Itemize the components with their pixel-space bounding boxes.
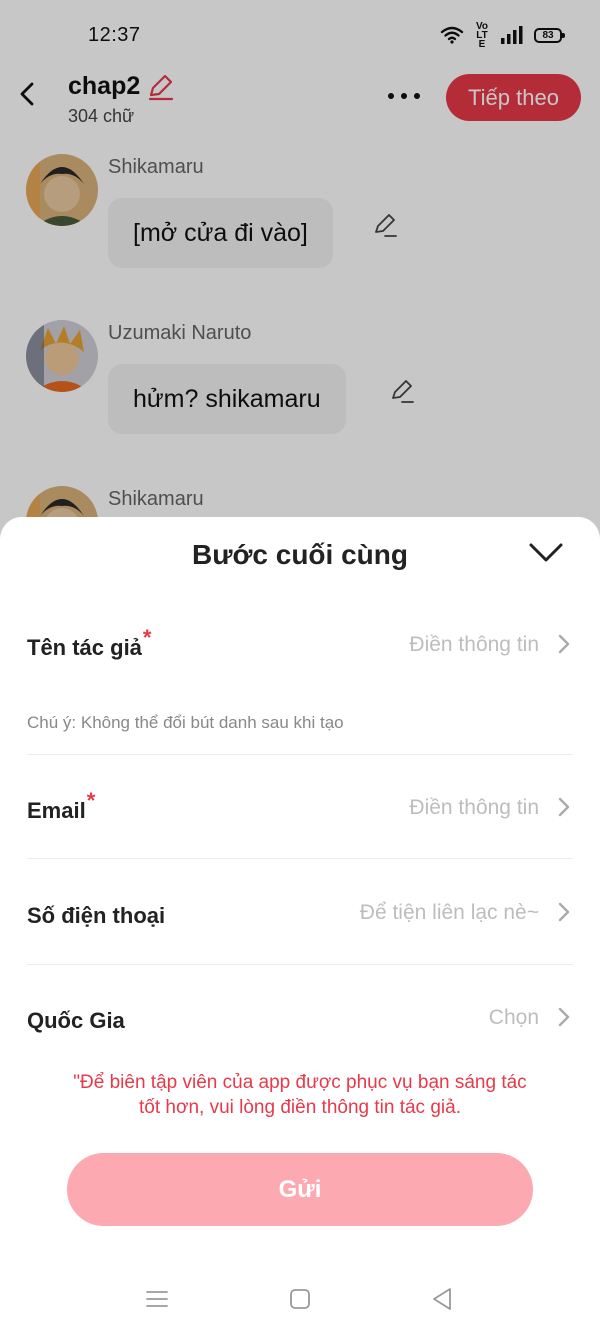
submit-button[interactable]: Gửi <box>67 1153 533 1226</box>
divider <box>27 964 573 965</box>
menu-icon[interactable] <box>143 1285 171 1313</box>
back-triangle-icon[interactable] <box>428 1285 456 1313</box>
chevron-down-icon[interactable] <box>528 541 564 565</box>
author-name-note: Chú ý: Không thể đổi bút danh sau khi tạ… <box>27 713 344 732</box>
field-label: Quốc Gia <box>27 1008 125 1033</box>
author-info-hint: "Để biên tập viên của app được phục vụ b… <box>73 1072 527 1118</box>
required-mark: * <box>142 625 152 650</box>
divider <box>27 754 573 755</box>
chevron-right-icon <box>558 797 570 817</box>
chevron-right-icon <box>558 1007 570 1027</box>
author-name-field[interactable]: Tên tác giả* Điền thông tin <box>27 625 573 669</box>
email-field[interactable]: Email* Điền thông tin <box>27 788 573 832</box>
divider <box>27 858 573 859</box>
final-step-sheet: Bước cuối cùng Tên tác giả* Điền thông t… <box>0 517 600 1333</box>
country-field[interactable]: Quốc Gia Chọn <box>27 998 573 1042</box>
phone-field[interactable]: Số điện thoại Để tiện liên lạc nè~ <box>27 893 573 937</box>
chevron-right-icon <box>558 634 570 654</box>
field-placeholder: Để tiện liên lạc nè~ <box>359 901 539 924</box>
field-label: Số điện thoại <box>27 903 166 928</box>
system-nav-bar <box>0 1277 600 1333</box>
required-mark: * <box>86 788 96 813</box>
field-placeholder: Điền thông tin <box>409 633 539 656</box>
field-placeholder: Điền thông tin <box>409 796 539 819</box>
chevron-right-icon <box>558 902 570 922</box>
field-label: Tên tác giả* <box>27 625 152 660</box>
sheet-title: Bước cuối cùng <box>192 539 408 570</box>
home-square-icon[interactable] <box>286 1285 314 1313</box>
field-placeholder: Chọn <box>488 1006 539 1029</box>
field-label: Email* <box>27 788 96 823</box>
